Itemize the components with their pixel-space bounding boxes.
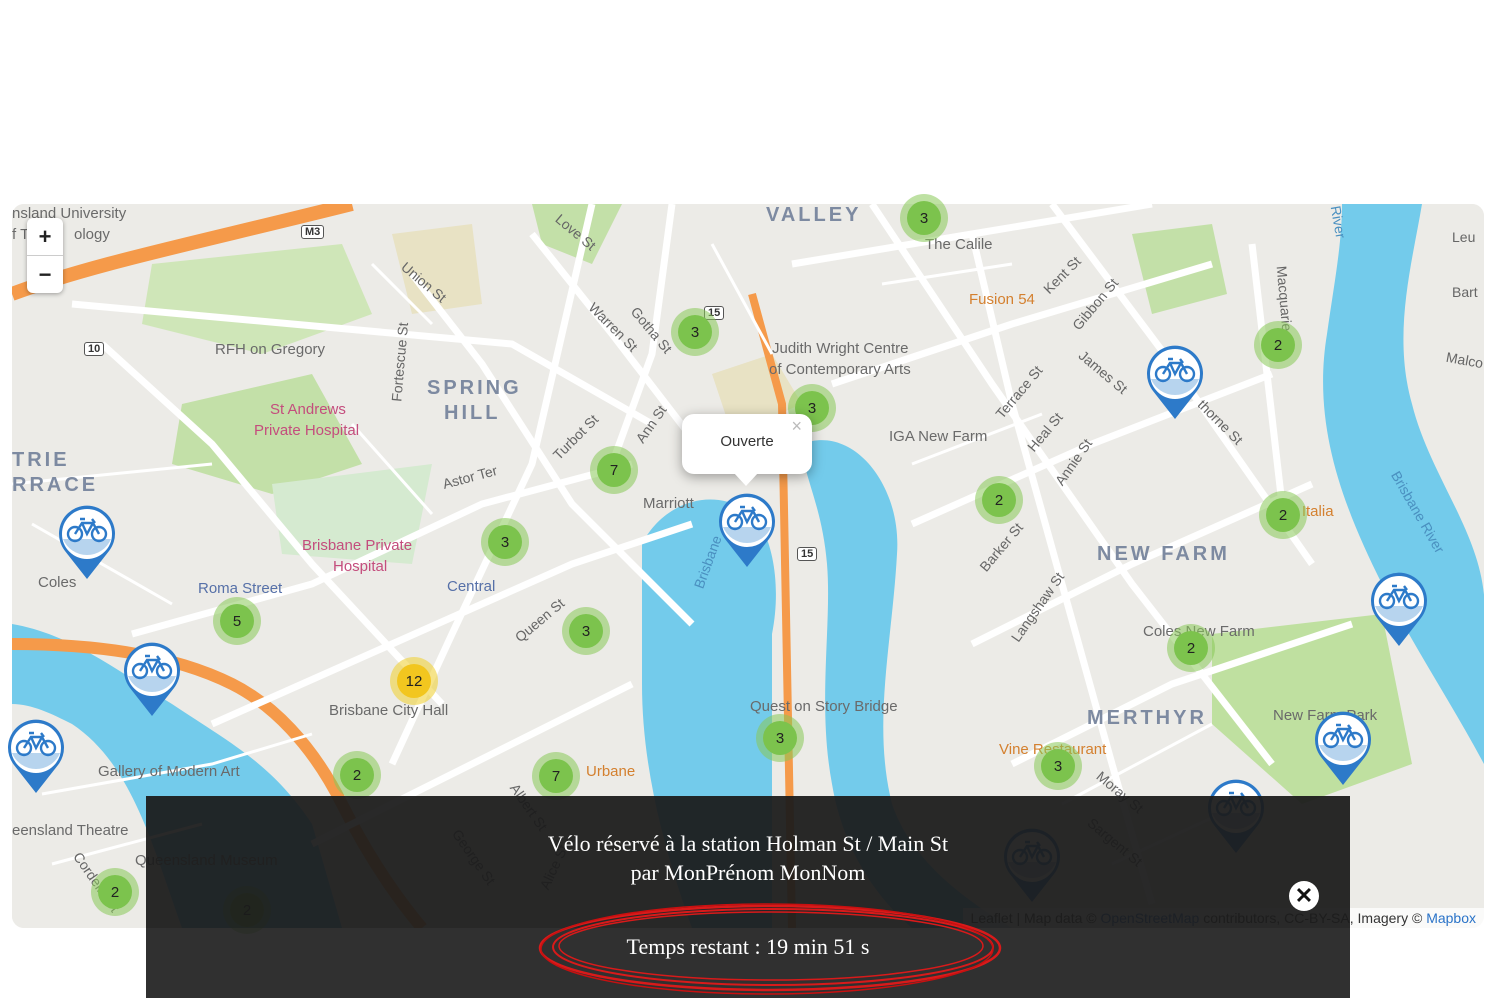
station-cluster[interactable]: 3 <box>481 518 529 566</box>
cluster-count: 2 <box>340 758 374 792</box>
map-label: HILL <box>444 402 501 424</box>
cluster-count: 5 <box>220 604 254 638</box>
station-cluster[interactable]: 2 <box>1259 491 1307 539</box>
cluster-count: 2 <box>1261 328 1295 362</box>
bike-station-pin-icon[interactable] <box>717 493 777 569</box>
cluster-count: 3 <box>569 614 603 648</box>
cluster-count: 3 <box>488 525 522 559</box>
cluster-count: 3 <box>763 721 797 755</box>
cluster-count: 2 <box>982 483 1016 517</box>
station-cluster[interactable]: 2 <box>1167 624 1215 672</box>
bike-station-pin-icon[interactable] <box>6 719 66 795</box>
road-number-shield: 10 <box>84 342 105 356</box>
cluster-count: 2 <box>1174 631 1208 665</box>
station-cluster[interactable]: 3 <box>1034 742 1082 790</box>
zoom-in-button[interactable]: + <box>27 218 63 255</box>
station-cluster[interactable]: 2 <box>91 868 139 916</box>
map-label: NEW FARM <box>1097 543 1230 565</box>
map-label: Private Hospital <box>254 422 360 439</box>
bike-station-pin-icon[interactable] <box>1369 572 1429 648</box>
station-cluster[interactable]: 2 <box>333 751 381 799</box>
map-label: RFH on Gregory <box>215 341 326 358</box>
cluster-count: 7 <box>597 453 631 487</box>
cluster-count: 3 <box>907 201 941 235</box>
map-label: RRACE <box>12 474 99 496</box>
reservation-user-text: par MonPrénom MonNom <box>630 860 866 885</box>
station-popup: Ouverte × <box>682 414 812 486</box>
map-label: of Contemporary Arts <box>769 361 911 378</box>
map-label: Brisbane City Hall <box>329 702 449 719</box>
station-cluster[interactable]: 12 <box>390 657 438 705</box>
map-label: eensland Theatre <box>12 822 129 839</box>
cancel-reservation-button[interactable]: ✕ <box>1289 881 1319 911</box>
popup-close-button[interactable]: × <box>791 416 802 437</box>
map-label: Judith Wright Centre <box>772 340 909 357</box>
zoom-control[interactable]: + − <box>27 218 63 293</box>
reservation-station-text: Vélo réservé à la station Holman St / Ma… <box>547 831 949 856</box>
map-label: MERTHYR <box>1087 707 1207 729</box>
zoom-out-button[interactable]: − <box>27 255 63 293</box>
map-label: Fusion 54 <box>969 291 1035 308</box>
map-label: SPRING <box>427 377 522 399</box>
station-cluster[interactable]: 3 <box>900 194 948 242</box>
map-label: VALLEY <box>766 204 862 226</box>
cluster-count: 2 <box>1266 498 1300 532</box>
remaining-time-text: Temps restant : 19 min 51 s <box>626 934 870 959</box>
map-label: St Andrews <box>270 401 346 418</box>
station-cluster[interactable]: 3 <box>671 308 719 356</box>
map-label: Quest on Story Bridge <box>750 698 898 715</box>
map-label: ology <box>74 226 110 243</box>
cluster-count: 2 <box>98 875 132 909</box>
cluster-count: 7 <box>539 759 573 793</box>
map-label: IGA New Farm <box>889 428 988 445</box>
reservation-panel: Vélo réservé à la station Holman St / Ma… <box>146 796 1350 998</box>
road-number-shield: 15 <box>797 547 818 561</box>
map-label: TRIE <box>12 449 70 471</box>
station-cluster[interactable]: 5 <box>213 597 261 645</box>
cluster-count: 3 <box>678 315 712 349</box>
bike-station-pin-icon[interactable] <box>57 505 117 581</box>
map-label: Urbane <box>586 763 636 780</box>
station-cluster[interactable]: 2 <box>975 476 1023 524</box>
station-cluster[interactable]: 7 <box>532 752 580 800</box>
map-label: Gallery of Modern Art <box>98 763 240 780</box>
bike-station-pin-icon[interactable] <box>1145 345 1205 421</box>
cluster-count: 12 <box>397 664 431 698</box>
road-number-shield: M3 <box>301 225 325 239</box>
station-cluster[interactable]: 7 <box>590 446 638 494</box>
station-cluster[interactable]: 3 <box>562 607 610 655</box>
map-label: Brisbane Private <box>302 537 413 554</box>
map-label: Central <box>447 578 496 595</box>
map-label: Hospital <box>333 558 388 575</box>
map-label: Roma Street <box>198 580 283 597</box>
cluster-count: 3 <box>1041 749 1075 783</box>
bike-station-pin-icon[interactable] <box>122 642 182 718</box>
map-label: Marriott <box>643 495 694 512</box>
bike-station-pin-icon[interactable] <box>1313 711 1373 787</box>
station-cluster[interactable]: 2 <box>1254 321 1302 369</box>
station-cluster[interactable]: 3 <box>756 714 804 762</box>
